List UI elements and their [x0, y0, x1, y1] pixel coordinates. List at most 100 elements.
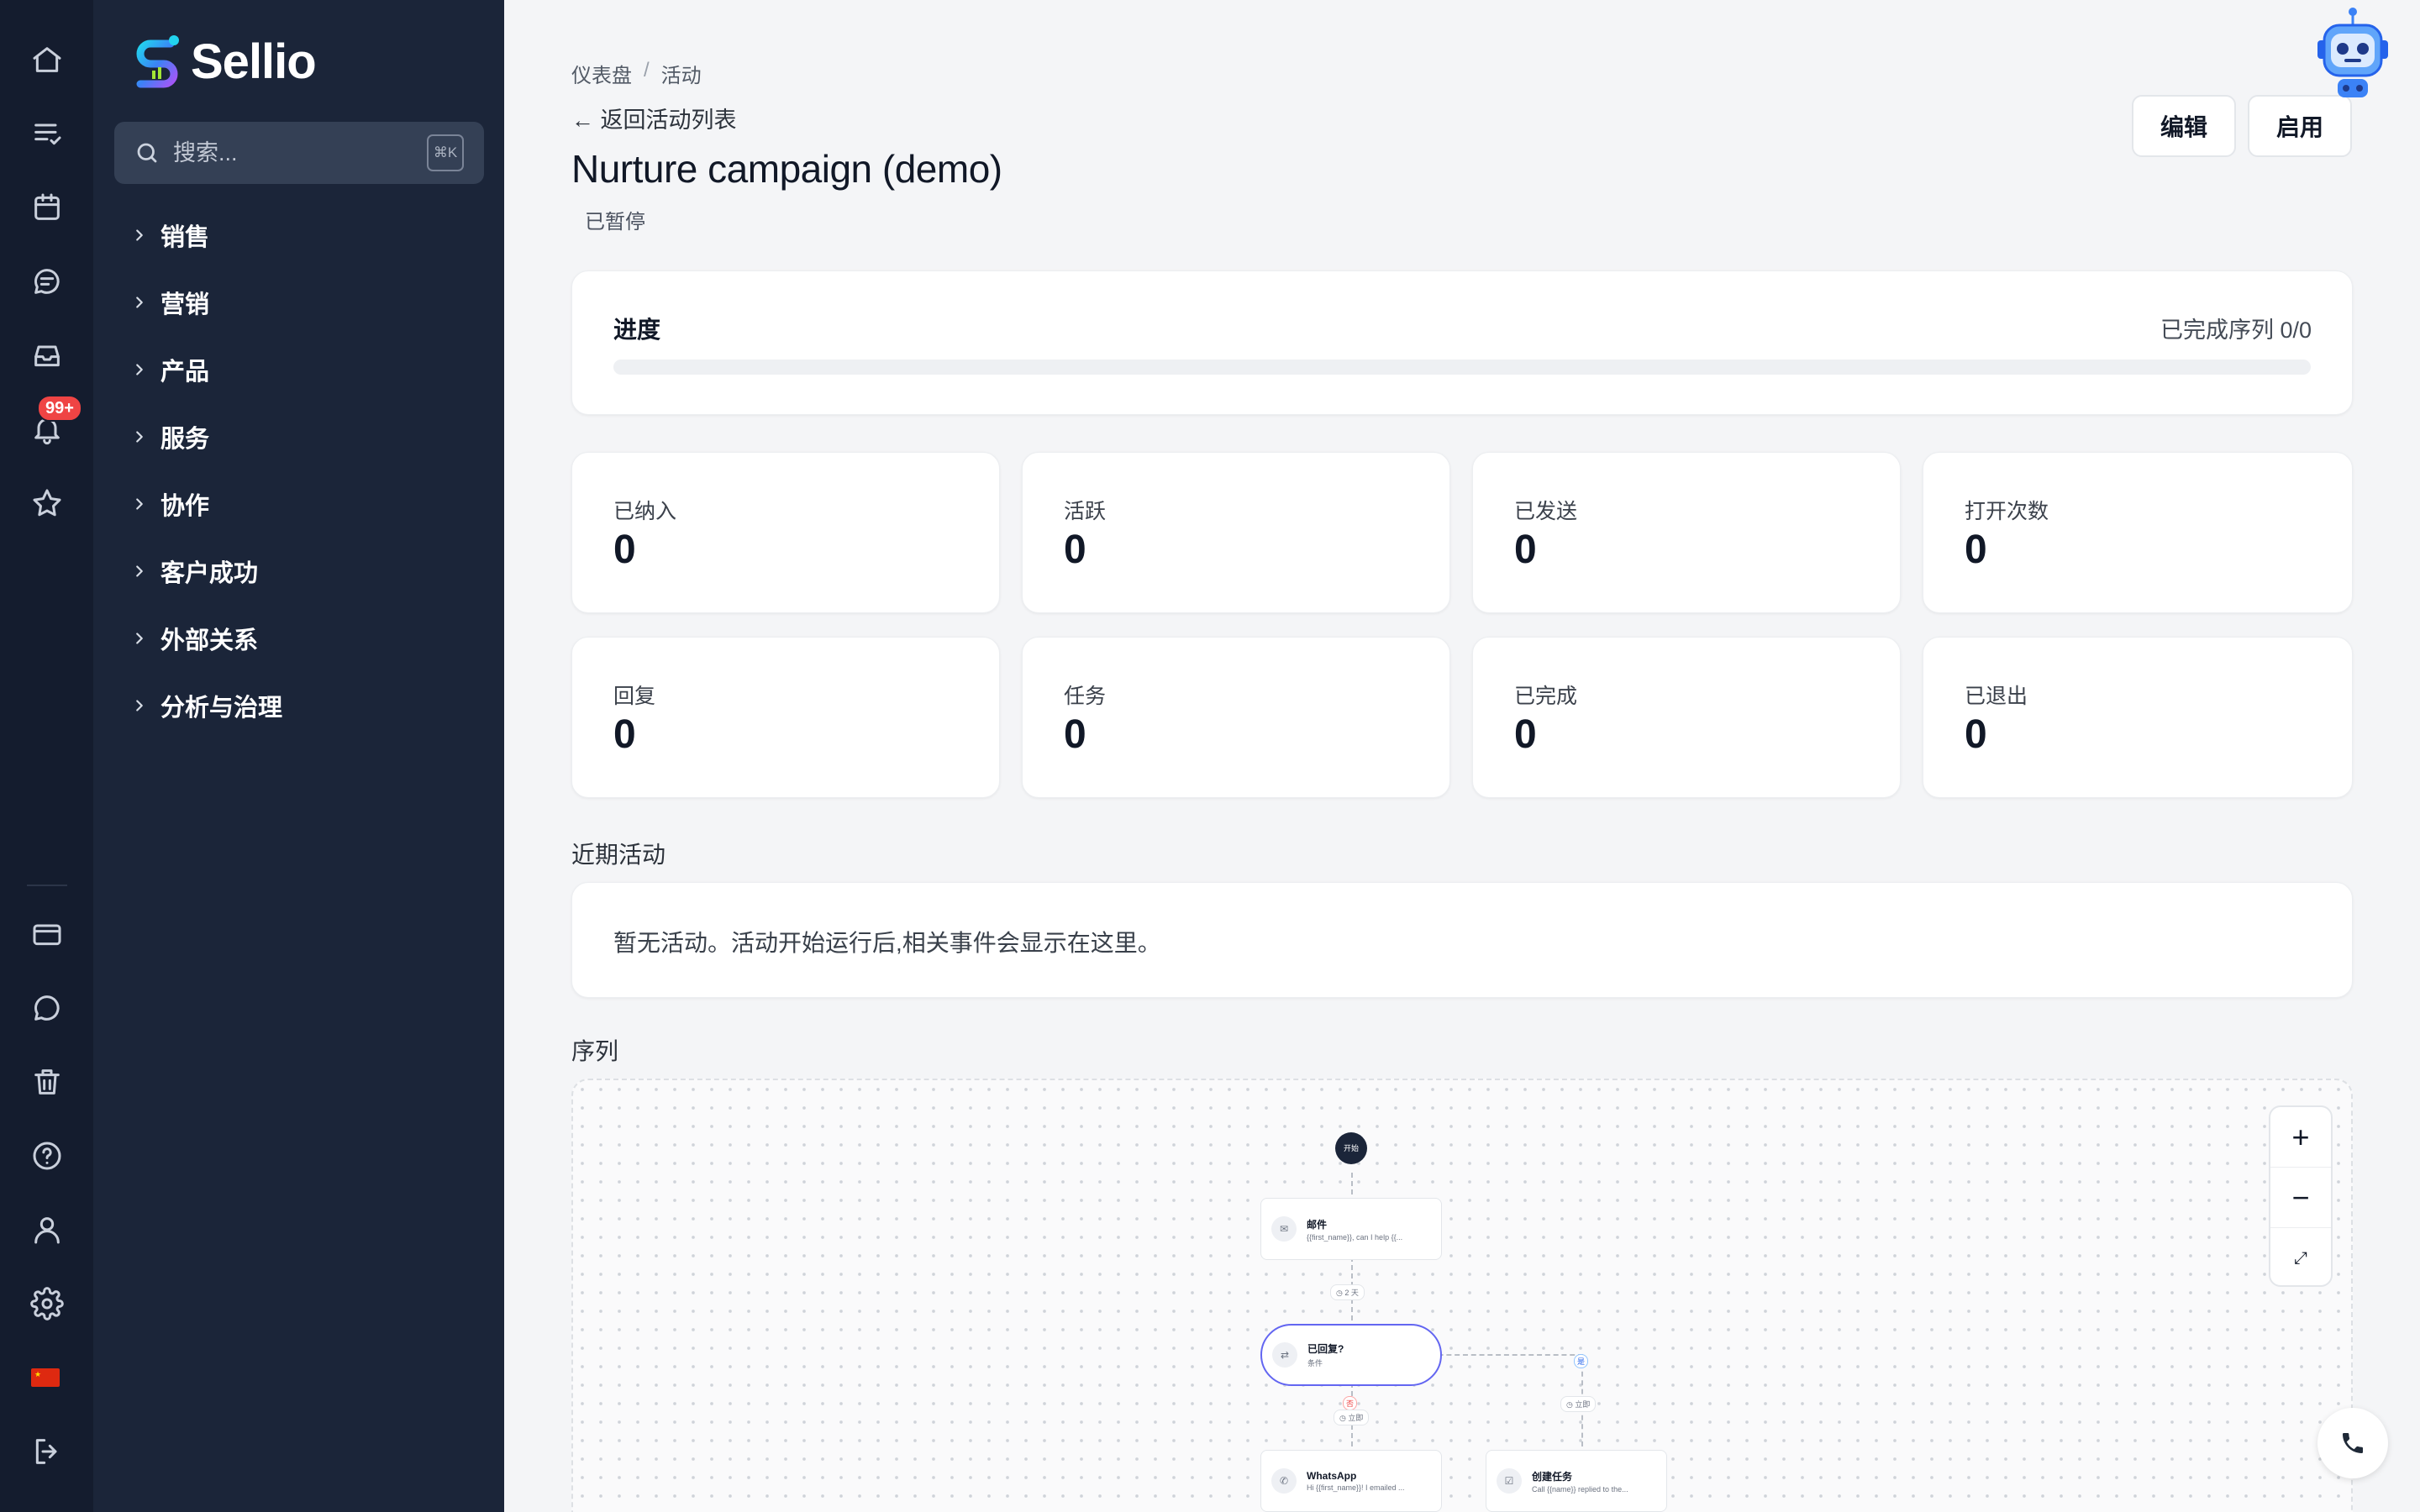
sidebar-item-products[interactable]: 产品	[130, 352, 209, 387]
flow-delay-chip: ◷ 立即	[1334, 1410, 1370, 1425]
stat-label: 已完成	[1514, 685, 1578, 708]
sidebar-item-analytics[interactable]: 分析与治理	[130, 688, 282, 723]
help-icon[interactable]	[24, 1133, 70, 1179]
fit-view-button[interactable]: ⤢	[2270, 1228, 2331, 1289]
logout-icon[interactable]	[24, 1429, 70, 1474]
progress-label: 进度	[613, 317, 661, 343]
stat-value: 0	[1514, 528, 1537, 572]
sidebar-item-sales[interactable]: 销售	[130, 218, 209, 253]
main-content: 仪表盘 / 活动 ← 返回活动列表 Nurture campaign (demo…	[504, 0, 2420, 1512]
branch-yes-label: 是	[1574, 1354, 1589, 1368]
branch-no-label: 否	[1343, 1396, 1358, 1410]
sidebar-item-collaboration[interactable]: 协作	[130, 486, 209, 522]
sidebar: Sellio ⌘K 销售 营销 产品 服务 协作 客户成功 外部关系 分析与治理	[93, 0, 504, 1512]
assistant-robot-icon[interactable]	[2312, 7, 2393, 101]
stat-value: 0	[1064, 528, 1086, 572]
message-icon[interactable]	[24, 985, 70, 1031]
chevron-right-icon	[136, 229, 143, 241]
progress-summary: 已完成序列 0/0	[2160, 318, 2312, 343]
search-icon	[137, 143, 157, 163]
breadcrumb-separator: /	[644, 59, 650, 81]
stat-value: 0	[1965, 528, 1987, 572]
stat-label: 回复	[613, 685, 656, 708]
recent-activity-title: 近期活动	[571, 842, 666, 868]
sidebar-item-customer-success[interactable]: 客户成功	[130, 554, 258, 589]
status-badge: 已暂停	[585, 211, 645, 234]
flow-node-condition[interactable]: ⇄ 已回复? 条件	[1260, 1324, 1442, 1386]
flow-connector	[1422, 1354, 1583, 1356]
stat-card-replies: 回复 0	[571, 637, 1000, 798]
flow-delay-chip: ◷ 2 天	[1330, 1284, 1365, 1300]
enable-button[interactable]: 启用	[2248, 95, 2352, 157]
flow-node-email[interactable]: ✉ 邮件 {{first_name}}, can I help {{...	[1260, 1198, 1442, 1260]
stat-label: 已纳入	[613, 500, 677, 523]
inbox-icon[interactable]	[24, 333, 70, 378]
zoom-controls: + − ⤢	[2269, 1105, 2333, 1287]
search-input[interactable]	[173, 139, 408, 166]
flow-delay-chip: ◷ 立即	[1560, 1396, 1597, 1412]
stat-value: 0	[1965, 712, 1987, 757]
stat-card-opens: 打开次数 0	[1923, 452, 2353, 613]
stat-value: 0	[613, 528, 636, 572]
logo-text: Sellio	[191, 34, 317, 89]
logo[interactable]: Sellio	[130, 32, 317, 91]
chevron-right-icon	[136, 364, 143, 375]
sidebar-item-service[interactable]: 服务	[130, 419, 209, 454]
sellio-logo-icon	[136, 35, 179, 88]
progress-bar	[613, 360, 2311, 375]
breadcrumb-campaigns[interactable]: 活动	[661, 59, 702, 88]
home-icon[interactable]	[24, 37, 70, 82]
rail-divider	[27, 885, 67, 886]
stat-value: 0	[1064, 712, 1086, 757]
phone-call-button[interactable]	[2317, 1408, 2388, 1478]
edit-button[interactable]: 编辑	[2132, 95, 2236, 157]
chevron-right-icon	[136, 297, 143, 308]
trash-icon[interactable]	[24, 1059, 70, 1105]
stat-card-sent: 已发送 0	[1472, 452, 1901, 613]
sidebar-item-marketing[interactable]: 营销	[130, 285, 209, 320]
icon-rail: 99+ ★	[0, 0, 93, 1512]
flow-node-create-task[interactable]: ☑ 创建任务 Call {{name}} replied to the...	[1486, 1450, 1667, 1512]
chat-icon[interactable]	[24, 259, 70, 304]
flow-start-node[interactable]: 开始	[1335, 1132, 1367, 1164]
progress-card: 进度 已完成序列 0/0	[571, 270, 2353, 415]
stat-label: 打开次数	[1965, 500, 2049, 523]
stat-card-active: 活跃 0	[1022, 452, 1450, 613]
sidebar-item-external-relations[interactable]: 外部关系	[130, 621, 258, 656]
stat-card-exited: 已退出 0	[1923, 637, 2353, 798]
notification-badge: 99+	[37, 395, 82, 422]
gear-icon[interactable]	[24, 1281, 70, 1326]
back-to-campaigns-link[interactable]: ← 返回活动列表	[571, 102, 737, 134]
recent-activity-empty: 暂无活动。活动开始运行后,相关事件会显示在这里。	[613, 930, 1161, 956]
search-shortcut: ⌘K	[427, 134, 464, 171]
mail-icon: ✉	[1271, 1216, 1297, 1242]
tasks-icon[interactable]	[24, 111, 70, 156]
star-icon[interactable]	[24, 480, 70, 526]
stat-value: 0	[1514, 712, 1537, 757]
recent-activity-card: 暂无活动。活动开始运行后,相关事件会显示在这里。	[571, 882, 2353, 998]
stat-card-enrolled: 已纳入 0	[571, 452, 1000, 613]
stat-card-completed: 已完成 0	[1472, 637, 1901, 798]
stat-label: 已发送	[1514, 500, 1578, 523]
condition-icon: ⇄	[1272, 1342, 1297, 1368]
zoom-in-button[interactable]: +	[2270, 1107, 2331, 1168]
sequence-title: 序列	[571, 1038, 619, 1064]
search-box[interactable]: ⌘K	[114, 122, 484, 184]
user-icon[interactable]	[24, 1207, 70, 1252]
chevron-right-icon	[136, 700, 143, 711]
sequence-canvas[interactable]: 开始 ✉ 邮件 {{first_name}}, can I help {{... …	[571, 1079, 2353, 1512]
zoom-out-button[interactable]: −	[2270, 1168, 2331, 1228]
calendar-icon[interactable]	[24, 185, 70, 230]
breadcrumb: 仪表盘 / 活动	[571, 59, 702, 88]
stat-label: 任务	[1064, 685, 1107, 708]
whatsapp-icon: ✆	[1271, 1468, 1297, 1494]
stat-label: 已退出	[1965, 685, 2028, 708]
stat-value: 0	[613, 712, 636, 757]
flag-icon[interactable]: ★	[31, 1368, 60, 1387]
card-icon[interactable]	[24, 911, 70, 957]
stat-card-tasks: 任务 0	[1022, 637, 1450, 798]
stat-label: 活跃	[1064, 500, 1107, 523]
breadcrumb-dashboard[interactable]: 仪表盘	[571, 59, 632, 88]
task-icon: ☑	[1497, 1468, 1522, 1494]
flow-node-whatsapp[interactable]: ✆ WhatsApp Hi {{first_name}}! I emailed .…	[1260, 1450, 1442, 1512]
